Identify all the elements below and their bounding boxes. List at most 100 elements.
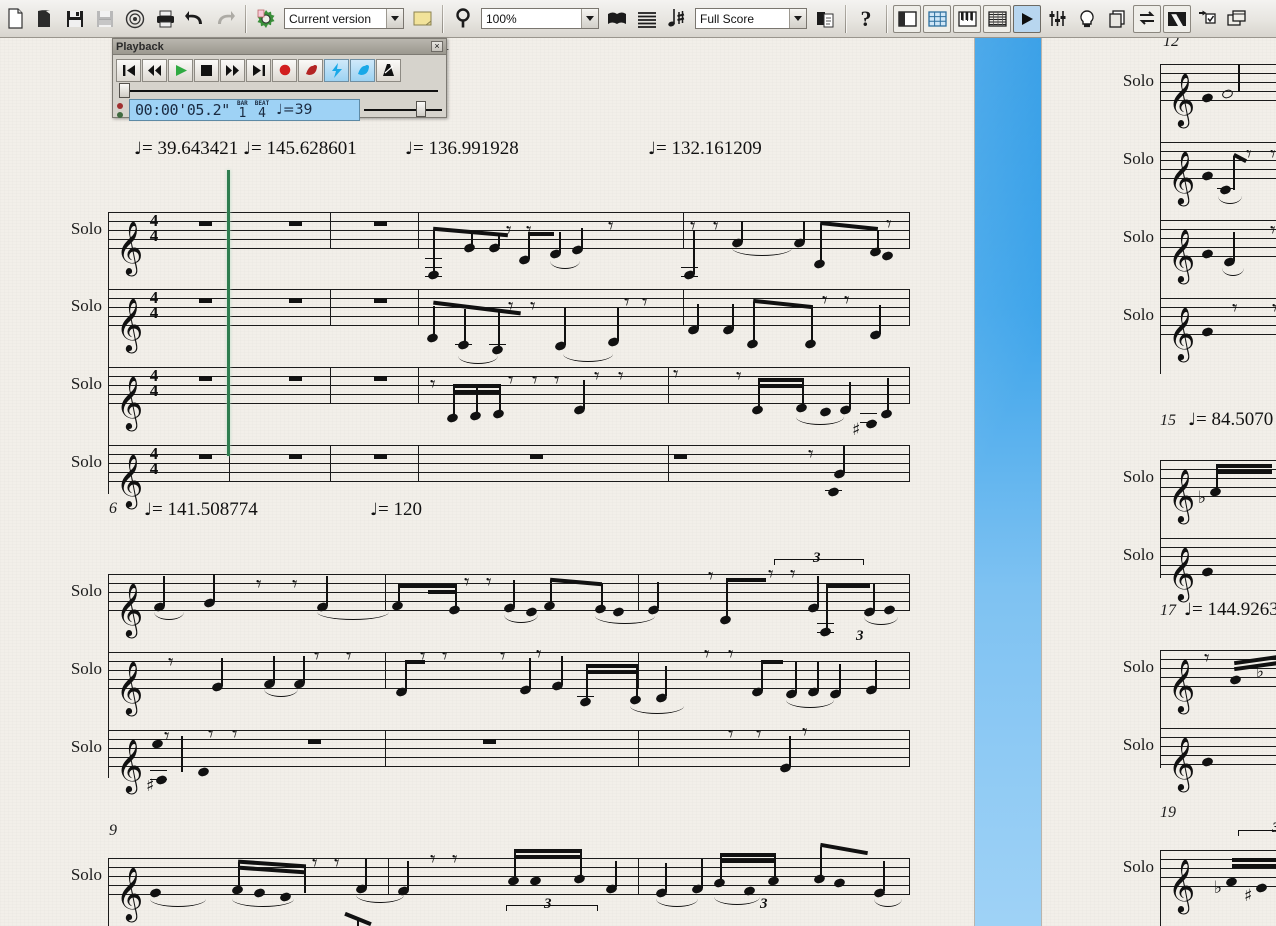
- rewind-button[interactable]: [142, 58, 167, 82]
- notehead[interactable]: [491, 408, 506, 420]
- magnifier-icon[interactable]: [449, 5, 477, 33]
- barline[interactable]: [638, 858, 639, 895]
- barline[interactable]: [638, 574, 639, 611]
- barline[interactable]: [909, 730, 910, 767]
- tie[interactable]: [504, 615, 538, 623]
- barline[interactable]: [330, 445, 331, 482]
- tempo-mark[interactable]: ♩= 144.9263: [1184, 599, 1276, 621]
- barline[interactable]: [385, 652, 386, 689]
- keypad-icon[interactable]: [923, 4, 951, 33]
- redo-icon[interactable]: [211, 5, 239, 33]
- barline[interactable]: [909, 367, 910, 404]
- barline[interactable]: [668, 367, 669, 404]
- playback-cursor-line[interactable]: [227, 170, 230, 456]
- tie[interactable]: [1218, 196, 1242, 204]
- version-select[interactable]: Current version: [284, 8, 404, 29]
- page-view-icon[interactable]: [603, 5, 631, 33]
- parts-window-icon[interactable]: [1103, 5, 1131, 33]
- tie[interactable]: [714, 897, 760, 905]
- tempo-mark[interactable]: ♩= 136.991928: [405, 138, 519, 160]
- properties-icon[interactable]: [1193, 5, 1221, 33]
- barline[interactable]: [683, 212, 684, 249]
- stave-1[interactable]: [108, 858, 910, 895]
- whole-rest[interactable]: [199, 298, 212, 303]
- music-system-r4[interactable]: Solo 𝄞 3 ♭ ♯ Solo 𝄞 𝄾: [1123, 820, 1276, 926]
- whole-rest[interactable]: [483, 739, 496, 744]
- barline[interactable]: [418, 367, 419, 404]
- notehead[interactable]: [456, 339, 471, 351]
- tie[interactable]: [630, 706, 684, 714]
- record-button[interactable]: [272, 58, 297, 82]
- zoom-select[interactable]: 100%: [481, 8, 599, 29]
- tie[interactable]: [1222, 268, 1244, 276]
- tie[interactable]: [264, 689, 298, 697]
- tie[interactable]: [595, 616, 655, 624]
- whole-rest[interactable]: [308, 739, 321, 744]
- barline[interactable]: [909, 289, 910, 326]
- music-system-r2[interactable]: Solo 𝄞 ♭ Solo 𝄞: [1123, 438, 1276, 596]
- help-icon[interactable]: ?: [852, 5, 880, 33]
- tie[interactable]: [656, 899, 698, 907]
- save-all-icon[interactable]: [91, 5, 119, 33]
- tie[interactable]: [732, 248, 792, 256]
- notehead[interactable]: [880, 250, 895, 262]
- tie[interactable]: [458, 356, 498, 364]
- barline[interactable]: [330, 289, 331, 326]
- video-icon[interactable]: [1163, 4, 1191, 33]
- barline[interactable]: [909, 652, 910, 689]
- transport-icon[interactable]: [1133, 4, 1161, 33]
- notehead[interactable]: [826, 486, 841, 498]
- whole-rest[interactable]: [374, 454, 387, 459]
- tie[interactable]: [786, 700, 834, 708]
- keyboard-icon[interactable]: [953, 4, 981, 33]
- music-system-r1[interactable]: Solo 𝄞 Solo 𝄞 𝄾 𝄾 Solo 𝄞 𝄾 Solo 𝄞 𝄾 𝄾: [1123, 38, 1276, 381]
- export-audio-icon[interactable]: [121, 5, 149, 33]
- fast-forward-button[interactable]: [220, 58, 245, 82]
- music-system-r3[interactable]: Solo 𝄞 𝄾 ♭ Solo 𝄞: [1123, 628, 1276, 786]
- playback-panel[interactable]: Playback × 00:00'05.2" BAR 1 BEAT 4 ♩=39: [112, 38, 447, 121]
- barline[interactable]: [385, 730, 386, 767]
- barline[interactable]: [330, 212, 331, 249]
- go-to-start-button[interactable]: [116, 58, 141, 82]
- time-signature-1[interactable]: 4 4: [146, 212, 162, 244]
- whole-rest[interactable]: [374, 376, 387, 381]
- flexi-time-button[interactable]: [324, 58, 349, 82]
- tempo-mark[interactable]: ♩= 145.628601: [243, 138, 357, 160]
- tempo-mark[interactable]: ♩= 132.161209: [648, 138, 762, 160]
- chevron-down-icon[interactable]: [789, 9, 806, 28]
- notehead[interactable]: [794, 402, 809, 414]
- notehead[interactable]: [425, 332, 440, 344]
- navigator-icon[interactable]: [893, 4, 921, 33]
- music-system-3[interactable]: Solo 𝄞 𝄾 𝄾 𝄾 𝄾 3 3: [71, 813, 910, 926]
- barline[interactable]: [418, 289, 419, 326]
- open-file-icon[interactable]: [31, 5, 59, 33]
- comment-icon[interactable]: [408, 5, 436, 33]
- stave-2[interactable]: [108, 652, 910, 689]
- chevron-down-icon[interactable]: [581, 9, 598, 28]
- fretboard-icon[interactable]: [983, 4, 1011, 33]
- whole-rest[interactable]: [289, 376, 302, 381]
- score-part-select[interactable]: Full Score: [695, 8, 807, 29]
- barline[interactable]: [385, 574, 386, 611]
- tie[interactable]: [550, 261, 580, 269]
- barline[interactable]: [388, 858, 389, 895]
- tie[interactable]: [232, 899, 294, 907]
- notehead[interactable]: [628, 694, 643, 706]
- whole-rest[interactable]: [199, 454, 212, 459]
- notehead[interactable]: [879, 408, 894, 420]
- playback-position-slider[interactable]: [113, 83, 446, 98]
- whole-rest[interactable]: [289, 221, 302, 226]
- live-playback-button[interactable]: [350, 58, 375, 82]
- tempo-mark[interactable]: ♩= 120: [370, 499, 422, 521]
- volume-thumb[interactable]: [416, 101, 426, 117]
- whole-rest[interactable]: [289, 298, 302, 303]
- whole-rest[interactable]: [674, 454, 687, 459]
- volume-slider[interactable]: [364, 99, 442, 121]
- tie[interactable]: [796, 417, 844, 425]
- playback-panel-icon[interactable]: [1013, 4, 1041, 33]
- tie[interactable]: [864, 617, 898, 625]
- tie[interactable]: [150, 899, 206, 907]
- barline[interactable]: [909, 574, 910, 611]
- stop-button[interactable]: [194, 58, 219, 82]
- notehead[interactable]: [154, 774, 169, 786]
